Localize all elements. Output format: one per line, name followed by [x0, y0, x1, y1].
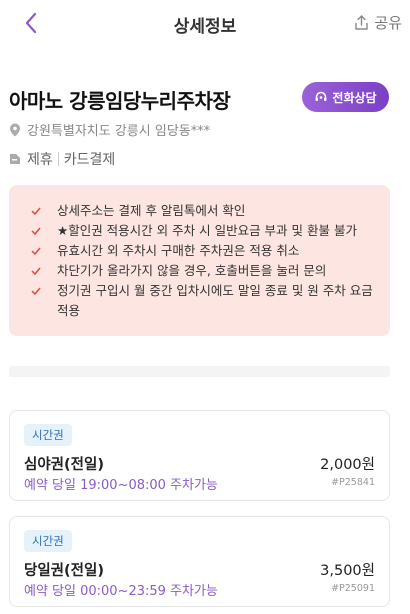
- section-divider: [9, 366, 390, 377]
- notice-text: 상세주소는 결제 후 알림톡에서 확인: [57, 203, 246, 218]
- ticket-time: 예약 당일 19:00~08:00 주차가능: [24, 478, 218, 493]
- check-icon: [31, 221, 43, 241]
- page-title: 상세정보: [173, 17, 237, 37]
- call-button-label: 전화상담: [332, 90, 377, 105]
- ticket-card-night[interactable]: 시간권 심야권(전일) 2,000원 예약 당일 19:00~08:00 주차가…: [9, 410, 390, 501]
- check-icon: [31, 281, 43, 301]
- ticket-type-badge: 시간권: [24, 530, 72, 552]
- tag-card-payment: 카드결제: [63, 152, 116, 168]
- location-pin-icon: [10, 123, 20, 136]
- feature-tags: 제휴 카드결제: [9, 149, 115, 169]
- top-bar: 상세정보 공유: [0, 0, 410, 46]
- notice-box: 상세주소는 결제 후 알림톡에서 확인 ★할인권 적용시간 외 주차 시 일반요…: [9, 185, 390, 336]
- ticket-type-badge: 시간권: [24, 424, 72, 446]
- share-icon: [355, 15, 369, 30]
- share-label: 공유: [374, 14, 402, 32]
- ticket-name: 당일권(전일): [24, 563, 104, 579]
- ticket-time: 예약 당일 00:00~23:59 주차가능: [24, 584, 218, 599]
- notice-text: 유효시간 외 주차시 구매한 주차권은 적용 취소: [57, 243, 300, 258]
- notice-item: 정기권 구입시 월 중간 입차시에도 말일 종료 및 원 주차 요금 적용: [31, 281, 378, 321]
- ticket-code: #P25841: [331, 477, 375, 488]
- share-button[interactable]: 공유: [353, 12, 402, 33]
- ticket-price: 2,000원: [320, 457, 375, 473]
- tag-icon: [10, 154, 20, 164]
- call-consult-button[interactable]: 전화상담: [302, 82, 389, 112]
- check-icon: [31, 241, 43, 261]
- tag-divider: [57, 152, 59, 166]
- ticket-name: 심야권(전일): [24, 457, 104, 473]
- notice-text: 정기권 구입시 월 중간 입차시에도 말일 종료 및 원 주차 요금 적용: [57, 283, 373, 318]
- notice-item: 차단기가 올라가지 않을 경우, 호출버튼을 눌러 문의: [31, 261, 378, 281]
- parking-lot-name: 아마노 강릉임당누리주차장: [9, 89, 231, 113]
- check-icon: [31, 201, 43, 221]
- notice-item: 유효시간 외 주차시 구매한 주차권은 적용 취소: [31, 241, 378, 261]
- notice-item: ★할인권 적용시간 외 주차 시 일반요금 부과 및 환불 불가: [31, 221, 378, 241]
- notice-item: 상세주소는 결제 후 알림톡에서 확인: [31, 201, 378, 221]
- notice-text: 차단기가 올라가지 않을 경우, 호출버튼을 눌러 문의: [57, 263, 327, 278]
- notice-text: ★할인권 적용시간 외 주차 시 일반요금 부과 및 환불 불가: [57, 223, 357, 238]
- ticket-card-day[interactable]: 시간권 당일권(전일) 3,500원 예약 당일 00:00~23:59 주차가…: [9, 516, 390, 607]
- tag-partner: 제휴: [27, 152, 53, 168]
- ticket-code: #P25091: [331, 583, 375, 594]
- address: 강원특별자치도 강릉시 임당동***: [9, 120, 210, 139]
- check-icon: [31, 261, 43, 281]
- headset-icon: [315, 91, 327, 101]
- address-text: 강원특별자치도 강릉시 임당동***: [27, 124, 211, 139]
- ticket-price: 3,500원: [320, 563, 375, 579]
